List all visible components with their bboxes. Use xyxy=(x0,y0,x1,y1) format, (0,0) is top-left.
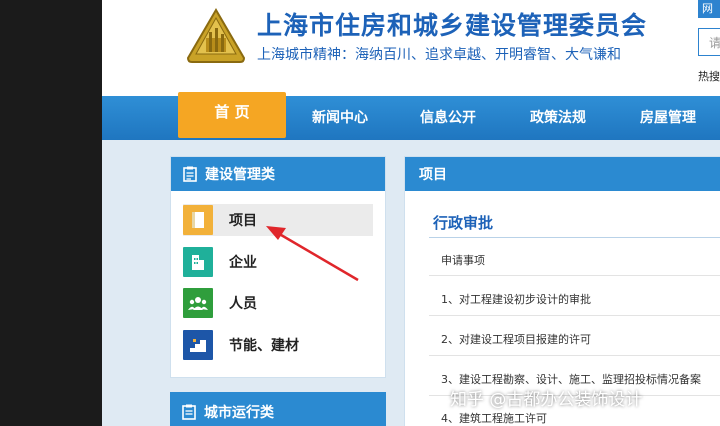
project-panel-header: 项目 xyxy=(405,157,720,191)
city-operation-panel-title: 城市运行类 xyxy=(204,405,274,421)
site-title: 上海市住房和城乡建设管理委员会 xyxy=(257,11,648,40)
sidebar-item-project[interactable]: 项目 xyxy=(183,204,373,236)
sidebar-item-energy-materials[interactable]: 节能、建材 xyxy=(183,329,373,361)
site-header: 上海市住房和城乡建设管理委员会 上海城市精神：海纳百川、追求卓越、开明睿智、大气… xyxy=(102,0,720,96)
nav-item-policy[interactable]: 政策法规 xyxy=(512,96,604,140)
sidebar-item-label: 项目 xyxy=(229,213,257,229)
website-page: 上海市住房和城乡建设管理委员会 上海城市精神：海纳百川、追求卓越、开明睿智、大气… xyxy=(102,0,720,426)
site-motto: 上海城市精神：海纳百川、追求卓越、开明睿智、大气谦和 xyxy=(257,47,621,63)
list-item[interactable]: 2、对建设工程项目报建的许可 xyxy=(441,331,720,347)
sidebar-item-enterprise[interactable]: 企业 xyxy=(183,246,373,278)
divider xyxy=(429,237,720,238)
city-operation-panel-header[interactable]: 城市运行类 xyxy=(170,392,386,426)
construction-panel: 建设管理类 项目 企业 人员 节能、建材 xyxy=(170,156,386,378)
book-icon xyxy=(183,205,213,235)
clipboard-icon xyxy=(183,166,197,182)
people-icon xyxy=(183,288,213,318)
divider xyxy=(429,355,720,356)
construction-panel-header: 建设管理类 xyxy=(171,157,385,191)
sidebar-item-personnel[interactable]: 人员 xyxy=(183,287,373,319)
hot-search-label: 热搜 xyxy=(698,70,720,83)
sidebar-item-label: 节能、建材 xyxy=(229,338,299,354)
watermark: 知乎 @古都办公装饰设计 xyxy=(450,390,643,410)
section-title: 行政审批 xyxy=(433,214,494,232)
list-item: 申请事项 xyxy=(441,254,485,267)
nav-item-housing[interactable]: 房屋管理 xyxy=(622,96,714,140)
search-tab[interactable]: 网 xyxy=(698,0,720,18)
city-emblem-icon xyxy=(186,8,246,64)
search-input[interactable]: 请 xyxy=(698,28,720,56)
stairs-icon xyxy=(183,330,213,360)
construction-panel-title: 建设管理类 xyxy=(205,167,275,183)
sidebar-item-label: 企业 xyxy=(229,255,257,271)
clipboard-icon xyxy=(182,404,196,420)
list-item[interactable]: 1、对工程建设初步设计的审批 xyxy=(441,291,720,307)
nav-item-home[interactable]: 首 页 xyxy=(178,92,286,138)
divider xyxy=(429,275,720,276)
sidebar-item-label: 人员 xyxy=(229,296,257,312)
divider xyxy=(429,315,720,316)
list-item[interactable]: 4、建筑工程施工许可 xyxy=(441,410,720,426)
nav-item-news[interactable]: 新闻中心 xyxy=(294,96,386,140)
nav-item-info[interactable]: 信息公开 xyxy=(402,96,494,140)
building-icon xyxy=(183,247,213,277)
